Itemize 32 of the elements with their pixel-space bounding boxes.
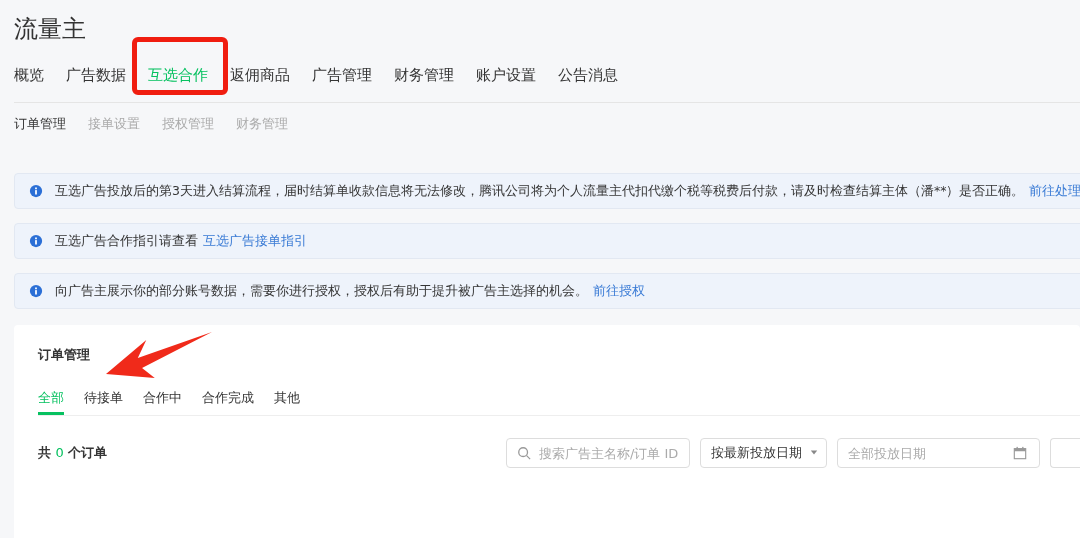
filter-tab[interactable]: 合作完成 [202,385,254,415]
page-title: 流量主 [14,14,87,45]
notice-text: 互选广告合作指引请查看 [55,232,198,250]
date-field[interactable]: 全部投放日期 [837,438,1040,468]
notice-link[interactable]: 互选广告接单指引 [203,232,307,250]
nav-tab[interactable]: 广告数据 [66,62,126,92]
info-icon [29,234,43,248]
calendar-icon [1013,446,1027,460]
search-input[interactable]: 搜索广告主名称/订单 ID [537,444,689,462]
search-field[interactable]: 搜索广告主名称/订单 ID [506,438,690,468]
nav-tab[interactable]: 账户设置 [476,62,536,92]
info-icon [29,284,43,298]
notice-link[interactable]: 前往授权 [593,282,645,300]
info-icon [29,184,43,198]
nav-tab[interactable]: 财务管理 [394,62,454,92]
order-count: 共 0 个订单 [38,444,109,462]
nav-tab[interactable]: 概览 [14,62,44,92]
card-title: 订单管理 [38,346,90,364]
caret-icon [810,450,818,456]
search-icon [517,446,531,460]
notice-text: 互选广告投放后的第3天进入结算流程，届时结算单收款信息将无法修改，腾讯公司将为个人流量主代扣代缴个税等税费后付款，请及时检查结算主体（潘**）是否正确。 [55,182,1025,200]
nav-tab[interactable]: 公告消息 [558,62,618,92]
sort-dropdown[interactable]: 按最新投放日期 [700,438,827,468]
filter-tab[interactable]: 合作中 [143,385,182,415]
select-field[interactable] [1050,438,1080,468]
nav-tab[interactable]: 广告管理 [312,62,372,92]
sub-tab[interactable]: 订单管理 [14,113,66,137]
nav-tab[interactable]: 返佣商品 [230,62,290,92]
filter-tab[interactable]: 待接单 [84,385,123,415]
date-input[interactable]: 全部投放日期 [846,444,1013,462]
filter-tab[interactable]: 其他 [274,385,300,415]
notice-text: 向广告主展示你的部分账号数据，需要你进行授权，授权后有助于提升被广告主选择的机会。 [55,282,588,300]
